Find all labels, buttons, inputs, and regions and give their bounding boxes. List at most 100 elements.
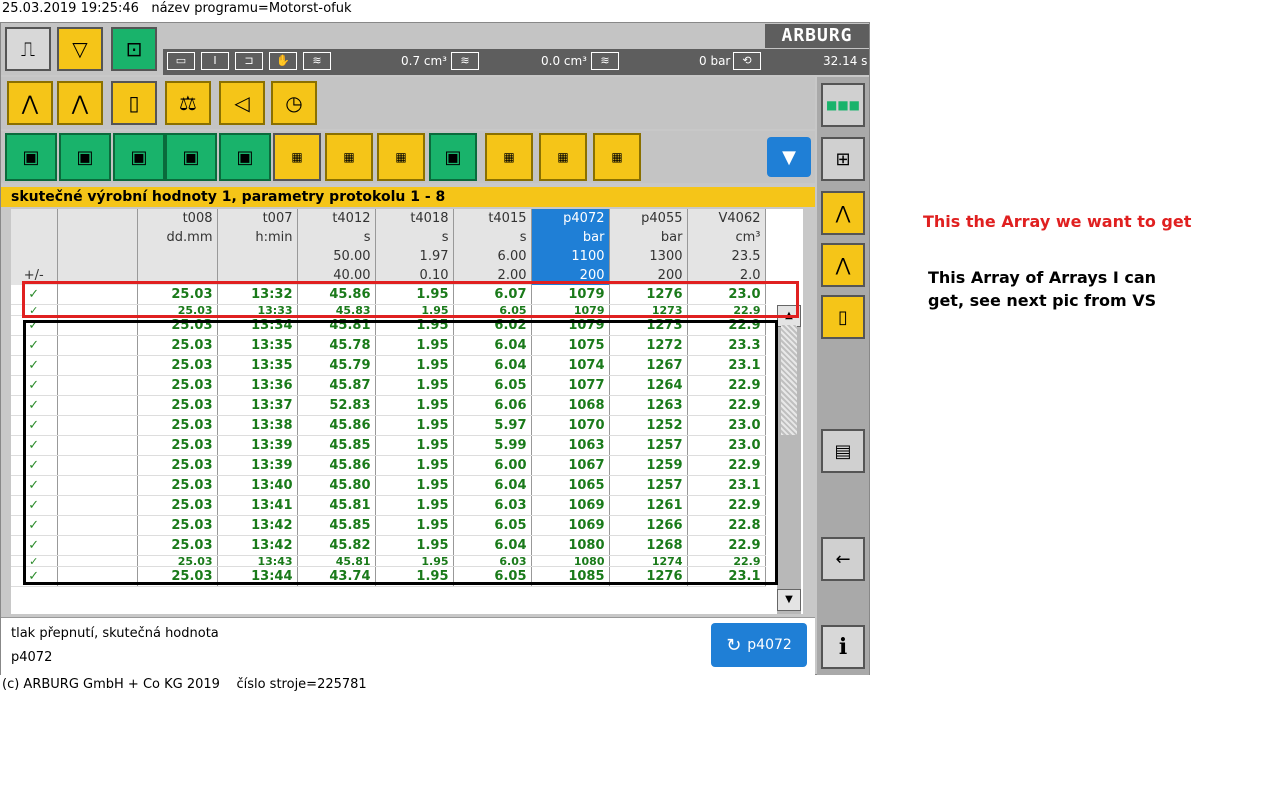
protocol-stack-2-icon: ▣ xyxy=(236,146,254,168)
header-row-max: 50.00 1.97 6.00 1100 1300 23.5 xyxy=(11,247,766,266)
header-cell xyxy=(137,247,218,266)
table-1-tab[interactable]: ▦ xyxy=(273,133,321,181)
graph-scale-icon: ⋀ xyxy=(71,91,89,115)
header-row-unit: dd.mm h:min s s s bar bar cm³ xyxy=(11,228,766,247)
protocol-tab-6[interactable]: ▣ xyxy=(429,133,477,181)
header-row-code: t008 t007 t4012 t4018 t4015 p4072 p4055 V4062 xyxy=(11,209,766,228)
main-toolbar: ⎍ ▽ ⊡ ARBURG ▭ I ⊐ ✋ ≋ 0.7 cm³ ≋ 0.0 cm³… xyxy=(1,23,869,75)
header-cell[interactable] xyxy=(57,209,138,228)
header-cell xyxy=(57,247,138,266)
header-cell: bar xyxy=(531,228,610,247)
table-scrollbar[interactable]: ▲ ▼ xyxy=(777,305,801,614)
mold-icon-button[interactable]: ⊡ xyxy=(111,27,157,71)
header-cell: 6.00 xyxy=(453,247,532,266)
side-protocol-icon: ▯ xyxy=(838,306,848,328)
comment-button[interactable]: ▤ xyxy=(821,429,865,473)
volume-readout-2: 0.0 cm³ xyxy=(541,54,587,68)
header-cell[interactable]: p4055 xyxy=(609,209,688,228)
secondary-toolbar: ⋀ ⋀ ▯ ⚖ ◁ ◷ xyxy=(1,77,815,129)
protocol-icon-button[interactable]: ▯ xyxy=(111,81,157,125)
clock-icon-button[interactable]: ◷ xyxy=(271,81,317,125)
status-bar: ▭ I ⊐ ✋ ≋ 0.7 cm³ ≋ 0.0 cm³ ≋ 0 bar ⟲ 32… xyxy=(163,49,869,75)
red-highlight-box xyxy=(22,281,799,318)
header-cell: 1300 xyxy=(609,247,688,266)
bottom-status-line: (c) ARBURG GmbH + Co KG 2019 číslo stroj… xyxy=(2,677,367,692)
header-cell[interactable]: t007 xyxy=(217,209,298,228)
back-button[interactable]: ← xyxy=(821,537,865,581)
scroll-down-button[interactable]: ▼ xyxy=(777,589,801,611)
funnel-icon-button[interactable]: ▽ xyxy=(57,27,103,71)
protocol-tab-1[interactable]: ▣ xyxy=(5,133,57,181)
info-description: tlak přepnutí, skutečná hodnota xyxy=(11,626,219,641)
back-arrow-icon: ← xyxy=(835,548,851,570)
protocol-tab-4[interactable]: ▣ xyxy=(165,133,217,181)
header-cell: 23.5 xyxy=(687,247,766,266)
dropdown-button[interactable]: ▼ xyxy=(767,137,811,177)
header-cell[interactable]: t4018 xyxy=(375,209,454,228)
pressure-readout: 0 bar xyxy=(699,54,731,68)
header-cell xyxy=(217,247,298,266)
table-3-tab[interactable]: ▦ xyxy=(377,133,425,181)
cycle-time-readout: 32.14 s xyxy=(823,54,868,68)
header-cell xyxy=(11,247,58,266)
header-cell: s xyxy=(375,228,454,247)
chevron-down-icon: ▼ xyxy=(782,146,796,168)
protocol-tab-5[interactable]: ▣ xyxy=(219,133,271,181)
info-button[interactable]: i xyxy=(821,625,865,669)
side-graph-button[interactable]: ⋀ xyxy=(821,191,865,235)
protocol-tab-2[interactable]: ▣ xyxy=(59,133,111,181)
header-cell: 1.97 xyxy=(375,247,454,266)
table-3-icon: ▦ xyxy=(395,150,407,164)
annotation-black-note: This Array of Arrays I can get, see next… xyxy=(928,268,1157,310)
graph-icon-button[interactable]: ⋀ xyxy=(7,81,53,125)
protocol-tree-icon: ▣ xyxy=(130,146,148,168)
protocol-stack-1-icon: ▣ xyxy=(182,146,200,168)
scroll-thumb[interactable] xyxy=(781,325,797,435)
header-cell[interactable]: t008 xyxy=(137,209,218,228)
scale-icon-button[interactable]: ⚖ xyxy=(165,81,211,125)
color-bar-button[interactable]: ■■■ xyxy=(821,83,865,127)
parameter-jump-label: p4072 xyxy=(747,637,792,653)
table-2-tab[interactable]: ▦ xyxy=(325,133,373,181)
table-2-icon: ▦ xyxy=(343,150,355,164)
page-3-icon: ▦ xyxy=(611,150,623,164)
network-button[interactable]: ⊞ xyxy=(821,137,865,181)
page-1-tab[interactable]: ▦ xyxy=(485,133,533,181)
key-card-icon: ▭ xyxy=(167,52,195,70)
eye-icon: ◁ xyxy=(234,91,250,115)
page-3-tab[interactable]: ▦ xyxy=(593,133,641,181)
machine-icon-button[interactable]: ⎍ xyxy=(5,27,51,71)
arburg-logo: ARBURG xyxy=(765,24,869,48)
protocol-page-icon: ▣ xyxy=(22,146,40,168)
header-cell[interactable]: V4062 xyxy=(687,209,766,228)
header-cell[interactable]: p4072 xyxy=(531,209,610,228)
hand-icon: ✋ xyxy=(269,52,297,70)
header-cell[interactable] xyxy=(11,209,58,228)
section-title: skutečné výrobní hodnoty 1, parametry pr… xyxy=(1,187,815,207)
header-cell[interactable]: t4015 xyxy=(453,209,532,228)
graph-icon: ⋀ xyxy=(21,91,39,115)
protocol-record-icon: ▣ xyxy=(444,146,462,168)
machine-icon: ⎍ xyxy=(21,37,35,61)
graph-scale-icon-button[interactable]: ⋀ xyxy=(57,81,103,125)
scale-icon: ⚖ xyxy=(179,91,197,115)
header-cell: s xyxy=(453,228,532,247)
header-cell: s xyxy=(297,228,376,247)
protocol-list-icon: ▣ xyxy=(76,146,94,168)
volume-readout-1: 0.7 cm³ xyxy=(401,54,447,68)
header-cell xyxy=(11,228,58,247)
mold-icon: ⊡ xyxy=(125,37,143,61)
side-graph-scale-button[interactable]: ⋀ xyxy=(821,243,865,287)
parameter-jump-button[interactable]: ↻ p4072 xyxy=(711,623,807,667)
network-icon: ⊞ xyxy=(835,148,851,170)
annotation-red-note: This the Array we want to get xyxy=(923,212,1192,231)
dosing-icon: ≋ xyxy=(451,52,479,70)
protocol-tab-3[interactable]: ▣ xyxy=(113,133,165,181)
info-panel: tlak přepnutí, skutečná hodnota p4072 xyxy=(1,617,815,676)
monitor-icon-button[interactable]: ◁ xyxy=(219,81,265,125)
side-protocol-button[interactable]: ▯ xyxy=(821,295,865,339)
page-2-tab[interactable]: ▦ xyxy=(539,133,587,181)
header-cell: 50.00 xyxy=(297,247,376,266)
header-cell: cm³ xyxy=(687,228,766,247)
header-cell[interactable]: t4012 xyxy=(297,209,376,228)
